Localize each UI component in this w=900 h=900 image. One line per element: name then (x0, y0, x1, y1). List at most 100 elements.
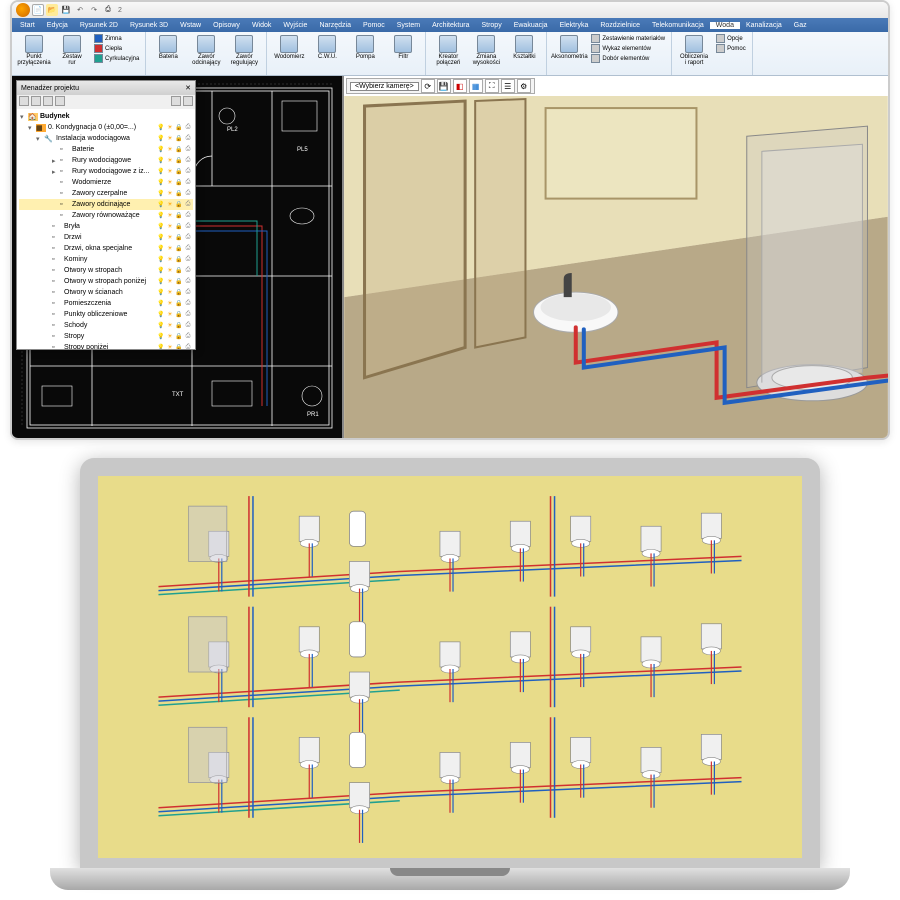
menu-ewakuacja[interactable]: Ewakuacja (508, 22, 554, 29)
menu-architektura[interactable]: Architektura (426, 22, 475, 29)
app-logo-icon (16, 3, 30, 17)
open-icon[interactable]: 📂 (46, 4, 58, 16)
ribbon-button[interactable]: Filtr (385, 34, 421, 61)
menu-gaz[interactable]: Gaz (788, 22, 813, 29)
ribbon-group: Obliczenia i raportOpcjePomoc (672, 32, 753, 75)
tree-item[interactable]: ▸▫Rury wodociągowe z iz...💡☀🔒⎙ (19, 166, 193, 177)
tree-item[interactable]: ▫Punkty obliczeniowe💡☀🔒⎙ (19, 309, 193, 320)
main-menubar: StartEdycjaRysunek 2DRysunek 3DWstawOpis… (12, 18, 888, 32)
ribbon-button[interactable]: Obliczenia i raport (676, 34, 712, 67)
ribbon-button-small[interactable]: Zimna (92, 34, 141, 43)
tree-item[interactable]: ▫Schody💡☀🔒⎙ (19, 320, 193, 331)
tree-root[interactable]: ▾🏠Budynek (19, 111, 193, 122)
ribbon-button[interactable]: Aksonometria (551, 34, 587, 61)
ribbon-button-small[interactable]: Ciepła (92, 44, 141, 53)
ribbon-button[interactable]: Punkt przyłączenia (16, 34, 52, 67)
tree-item[interactable]: ▫Zawory czerpalne💡☀🔒⎙ (19, 188, 193, 199)
view-3d[interactable]: <Wybierz kamerę> ⟳ 💾 ◧ ▦ ⛶ ☰ ⚙ (342, 76, 888, 438)
menu-wyjście[interactable]: Wyjście (277, 22, 313, 29)
tree-item[interactable]: ▫Stropy poniżej💡☀🔒⎙ (19, 342, 193, 349)
tree-item[interactable]: ▫Otwory w ścianach💡☀🔒⎙ (19, 287, 193, 298)
menu-rysunek-2d[interactable]: Rysunek 2D (74, 22, 124, 29)
ribbon-button-small[interactable]: Wykaz elementów (589, 44, 667, 53)
tool-icon[interactable] (19, 96, 29, 106)
ribbon-button[interactable]: C.W.U. (309, 34, 345, 61)
menu-rozdzielnice[interactable]: Rozdzielnice (594, 22, 646, 29)
tree-toolbar (17, 95, 195, 109)
ribbon-button[interactable]: Wodomierz (271, 34, 307, 61)
close-icon[interactable]: ✕ (185, 84, 191, 92)
menu-woda[interactable]: Woda (710, 22, 740, 29)
refresh-icon[interactable]: ⟳ (421, 79, 435, 93)
project-manager-panel[interactable]: Menadżer projektu ✕ ▾🏠Budynek▾▦0. Kondyg… (16, 80, 196, 350)
ribbon-button[interactable]: Zestaw rur (54, 34, 90, 67)
save-icon[interactable]: 💾 (60, 4, 72, 16)
project-tree[interactable]: ▾🏠Budynek▾▦0. Kondygnacja 0 (±0,00=...)💡… (17, 109, 195, 349)
tree-item[interactable]: ▫Bryła💡☀🔒⎙ (19, 221, 193, 232)
tree-item[interactable]: ▫Wodomierze💡☀🔒⎙ (19, 177, 193, 188)
menu-pomoc[interactable]: Pomoc (357, 22, 391, 29)
ribbon-button[interactable]: Pompa (347, 34, 383, 61)
tree-item[interactable]: ▫Otwory w stropach💡☀🔒⎙ (19, 265, 193, 276)
tree-item[interactable]: ▫Kominy💡☀🔒⎙ (19, 254, 193, 265)
menu-stropy[interactable]: Stropy (475, 22, 507, 29)
menu-elektryka[interactable]: Elektryka (554, 22, 595, 29)
desktop-monitor: 📄 📂 💾 ↶ ↷ ⎙ 2 StartEdycjaRysunek 2DRysun… (10, 0, 890, 440)
menu-kanalizacja[interactable]: Kanalizacja (740, 22, 788, 29)
nav-cube-icon[interactable]: ◧ (453, 79, 467, 93)
layers-icon[interactable]: ☰ (501, 79, 515, 93)
tree-item[interactable]: ▫Otwory w stropach poniżej💡☀🔒⎙ (19, 276, 193, 287)
tree-floor[interactable]: ▾▦0. Kondygnacja 0 (±0,00=...)💡☀🔒⎙ (19, 122, 193, 133)
tree-item[interactable]: ▫Pomieszczenia💡☀🔒⎙ (19, 298, 193, 309)
menu-edycja[interactable]: Edycja (41, 22, 74, 29)
quick-access-toolbar: 📄 📂 💾 ↶ ↷ ⎙ 2 (12, 2, 888, 18)
laptop-screen (80, 458, 820, 868)
camera-select[interactable]: <Wybierz kamerę> (350, 82, 419, 91)
tool-icon[interactable] (31, 96, 41, 106)
settings-icon[interactable]: ⚙ (517, 79, 531, 93)
scene-3d-bathroom (344, 96, 888, 438)
menu-system[interactable]: System (391, 22, 426, 29)
ribbon-button-small[interactable]: Opcje (714, 34, 748, 43)
menu-start[interactable]: Start (14, 22, 41, 29)
tool-icon[interactable] (183, 96, 193, 106)
menu-opisowy[interactable]: Opisowy (207, 22, 246, 29)
menu-telekomunikacja[interactable]: Telekomunikacja (646, 22, 710, 29)
view-front-icon[interactable]: ▦ (469, 79, 483, 93)
tool-icon[interactable] (43, 96, 53, 106)
ribbon-button-small[interactable]: Zestawienie materiałów (589, 34, 667, 43)
undo-icon[interactable]: ↶ (74, 4, 86, 16)
tree-item[interactable]: ▫Zawory odcinające💡☀🔒⎙ (19, 199, 193, 210)
tool-icon[interactable] (55, 96, 65, 106)
ribbon-button[interactable]: Kształtki (506, 34, 542, 61)
ribbon-button[interactable]: Zawór regulujący (226, 34, 262, 67)
ribbon-button[interactable]: Zawór odcinający (188, 34, 224, 67)
ribbon-button[interactable]: Kreator połączeń (430, 34, 466, 67)
new-icon[interactable]: 📄 (32, 4, 44, 16)
tree-install[interactable]: ▾🔧Instalacja wodociągowa💡☀🔒⎙ (19, 133, 193, 144)
ribbon: Punkt przyłączeniaZestaw rurZimnaCiepłaC… (12, 32, 888, 76)
menu-narzędzia[interactable]: Narzędzia (313, 22, 357, 29)
view3d-toolbar: <Wybierz kamerę> ⟳ 💾 ◧ ▦ ⛶ ☰ ⚙ (346, 78, 535, 94)
redo-icon[interactable]: ↷ (88, 4, 100, 16)
ribbon-button-small[interactable]: Cyrkulacyjna (92, 54, 141, 63)
fullscreen-icon[interactable]: ⛶ (485, 79, 499, 93)
tree-item[interactable]: ▫Zawory równoważące💡☀🔒⎙ (19, 210, 193, 221)
tree-item[interactable]: ▫Stropy💡☀🔒⎙ (19, 331, 193, 342)
tree-item[interactable]: ▸▫Rury wodociągowe💡☀🔒⎙ (19, 155, 193, 166)
tree-item[interactable]: ▫Baterie💡☀🔒⎙ (19, 144, 193, 155)
menu-wstaw[interactable]: Wstaw (174, 22, 207, 29)
tool-icon[interactable] (171, 96, 181, 106)
axonometric-plumbing-view[interactable] (98, 476, 802, 858)
menu-rysunek-3d[interactable]: Rysunek 3D (124, 22, 174, 29)
laptop-base (50, 868, 850, 890)
menu-widok[interactable]: Widok (246, 22, 277, 29)
tree-item[interactable]: ▫Drzwi, okna specjalne💡☀🔒⎙ (19, 243, 193, 254)
ribbon-button-small[interactable]: Pomoc (714, 44, 748, 53)
tree-item[interactable]: ▫Drzwi💡☀🔒⎙ (19, 232, 193, 243)
ribbon-button-small[interactable]: Dobór elementów (589, 54, 667, 63)
print-icon[interactable]: ⎙ (102, 4, 114, 16)
ribbon-button[interactable]: Zmiana wysokości (468, 34, 504, 67)
ribbon-button[interactable]: Bateria (150, 34, 186, 61)
save-view-icon[interactable]: 💾 (437, 79, 451, 93)
